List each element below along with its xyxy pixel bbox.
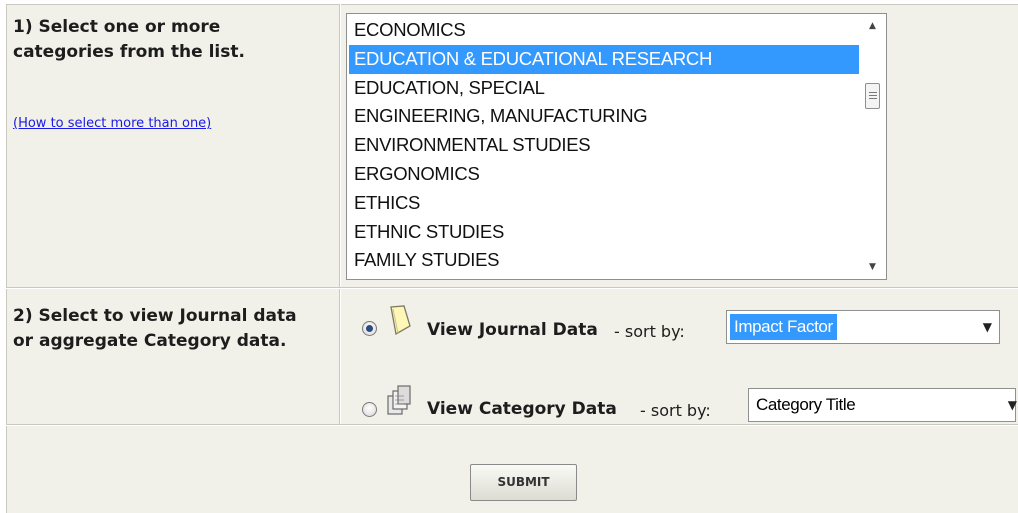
- how-to-select-link[interactable]: (How to select more than one): [13, 116, 211, 131]
- step1-heading-line1: 1) Select one or more: [13, 17, 221, 37]
- category-option[interactable]: ERGONOMICS: [349, 160, 859, 189]
- journal-data-label: View Journal Data: [427, 320, 598, 340]
- category-option[interactable]: ENGINEERING, MANUFACTURING: [349, 102, 859, 131]
- scroll-thumb[interactable]: [865, 83, 880, 109]
- category-option[interactable]: FAMILY STUDIES: [349, 246, 859, 275]
- journal-sort-value: Impact Factor: [730, 314, 837, 340]
- journal-sort-select[interactable]: Impact Factor ▼: [726, 310, 1000, 344]
- category-data-radio[interactable]: [362, 402, 377, 417]
- journal-data-radio[interactable]: [362, 321, 377, 336]
- step1-heading-line2: categories from the list.: [13, 42, 245, 62]
- category-option[interactable]: ETHNIC STUDIES: [349, 218, 859, 247]
- category-option[interactable]: ECONOMICS: [349, 16, 859, 45]
- row-divider: [6, 424, 1018, 426]
- category-listbox[interactable]: ECONOMICS EDUCATION & EDUCATIONAL RESEARC…: [346, 13, 887, 280]
- scroll-down-icon[interactable]: ▼: [860, 256, 885, 278]
- step2-heading-line2: or aggregate Category data.: [13, 331, 287, 351]
- submit-button[interactable]: SUBMIT: [470, 464, 577, 501]
- step2-heading-line1: 2) Select to view Journal data: [13, 306, 297, 326]
- category-stack-icon: [387, 385, 411, 415]
- category-sort-by-label: - sort by:: [640, 401, 711, 420]
- category-sort-select[interactable]: Category Title ▼: [748, 388, 1017, 422]
- category-option[interactable]: EDUCATION, SPECIAL: [349, 74, 859, 103]
- chevron-down-icon[interactable]: ▼: [983, 320, 992, 334]
- category-sort-value: Category Title: [756, 395, 856, 414]
- listbox-scrollbar[interactable]: ▲ ▼: [860, 15, 885, 278]
- category-option[interactable]: ETHICS: [349, 189, 859, 218]
- scroll-up-icon[interactable]: ▲: [860, 15, 885, 37]
- row-divider: [6, 287, 1018, 289]
- journal-sort-by-label: - sort by:: [614, 322, 685, 341]
- column-divider: [339, 4, 341, 424]
- chevron-down-icon[interactable]: ▼: [1008, 398, 1017, 412]
- category-option[interactable]: EDUCATION & EDUCATIONAL RESEARCH: [349, 44, 859, 74]
- category-data-label: View Category Data: [427, 399, 617, 419]
- journal-icon: [390, 305, 411, 336]
- category-option[interactable]: ENVIRONMENTAL STUDIES: [349, 131, 859, 160]
- category-list: ECONOMICS EDUCATION & EDUCATIONAL RESEARC…: [349, 16, 859, 275]
